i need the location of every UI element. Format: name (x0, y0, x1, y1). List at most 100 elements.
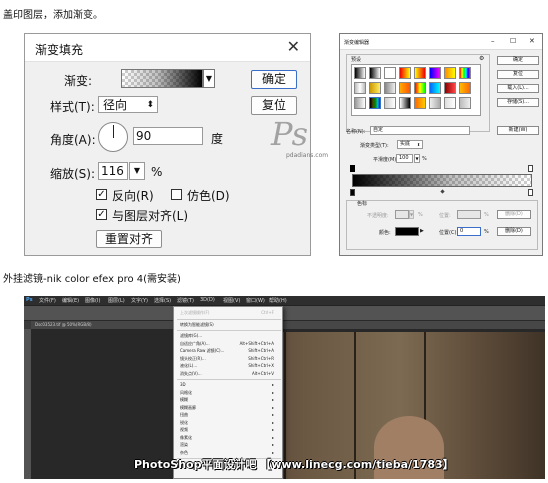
filter-menu-item[interactable]: 渲染 (180, 442, 188, 448)
gear-icon[interactable]: ⚙ (479, 55, 484, 62)
ps-menu-item[interactable]: 滤镜(T) (177, 297, 194, 304)
ps-menu-item[interactable]: 图像(I) (85, 297, 100, 304)
gradient-preset-swatch[interactable] (444, 97, 456, 109)
dialog-title: 渐变填充 (35, 43, 84, 57)
gradient-preset-swatch[interactable] (354, 67, 366, 79)
color-position-unit: % (484, 229, 489, 235)
opacity-stop-right[interactable] (528, 165, 533, 172)
filter-menu-item[interactable]: 3D (180, 382, 186, 387)
filter-menu-item[interactable]: 转换为智能滤镜(S) (180, 322, 214, 328)
filter-menu-item[interactable]: 消失点(V)... (180, 371, 202, 377)
opacity-stop-left[interactable] (350, 165, 355, 172)
gradient-preset-swatch[interactable] (444, 67, 456, 79)
ok-button[interactable]: 确定 (251, 70, 297, 89)
ps-menu-item[interactable]: 编辑(E) (62, 297, 79, 304)
gradient-preset-swatch[interactable] (354, 97, 366, 109)
filter-menu-shortcut: ▸ (271, 427, 274, 432)
gradient-preset-swatch[interactable] (414, 67, 426, 79)
scale-dropdown-arrow-icon[interactable]: ▼ (129, 162, 145, 180)
ps-document-tab[interactable]: Dsc03523.tif @ 50%(RGB/8) (31, 321, 545, 329)
scale-input[interactable]: 116 (98, 162, 128, 180)
gradient-preset-swatch[interactable] (384, 67, 396, 79)
gradient-bar[interactable] (352, 174, 532, 187)
filter-menu-item[interactable]: 滤镜库(G)... (180, 333, 202, 339)
ps-toolbox[interactable] (24, 329, 31, 479)
gradient-preset-swatch[interactable] (354, 82, 366, 94)
filter-menu-item[interactable]: 锐化 (180, 420, 188, 426)
gradient-preset-swatch[interactable] (429, 82, 441, 94)
color-swatch[interactable] (395, 227, 419, 236)
filter-menu-item[interactable]: 模糊画廊 (180, 405, 196, 411)
filter-menu-item[interactable]: 风格化 (180, 390, 192, 396)
gradient-preset-swatch[interactable] (429, 97, 441, 109)
style-select[interactable]: 径向 ⬍ (98, 96, 158, 113)
color-position-input[interactable]: 0 (457, 227, 481, 236)
ps-menu-item[interactable]: 视图(V) (223, 297, 240, 304)
gradient-preset-swatch[interactable] (459, 82, 471, 94)
type-select[interactable]: 实底 ⬍ (397, 140, 423, 149)
gradient-preset-swatch[interactable] (369, 82, 381, 94)
reverse-checkbox[interactable]: ✓ (96, 189, 107, 200)
smooth-dropdown-arrow-icon[interactable]: ▼ (414, 154, 420, 163)
ps-menu-item[interactable]: 3D(D) (200, 297, 215, 303)
filter-menu: 上次滤镜操作(F) Ctrl+F 转换为智能滤镜(S) 滤镜库(G)... 自适应广角(… (173, 306, 283, 479)
reset-button[interactable]: 复位 (251, 96, 297, 115)
new-button[interactable]: 新建(W) (497, 126, 539, 135)
filter-menu-item[interactable]: Camera Raw 滤镜(C)... (180, 348, 224, 354)
gradient-preset-selected[interactable] (369, 97, 381, 109)
filter-menu-item[interactable]: 视频 (180, 427, 188, 433)
filter-menu-item[interactable]: 镜头校正(R)... (180, 356, 206, 362)
close-icon[interactable]: ✕ (529, 37, 535, 45)
save-button[interactable]: 存储(S)... (497, 98, 539, 107)
filter-menu-item[interactable]: 扭曲 (180, 412, 188, 418)
color-arrow-icon[interactable]: ▶ (420, 228, 424, 234)
ps-menu-item[interactable]: 选择(S) (154, 297, 171, 304)
position-input (457, 210, 481, 219)
gradient-preset-swatch[interactable] (429, 67, 441, 79)
gradient-preset-swatch[interactable] (444, 82, 456, 94)
color-delete-button[interactable]: 删除(D) (497, 227, 531, 236)
gradient-preset-swatch[interactable] (459, 67, 471, 79)
load-button[interactable]: 载入(L)... (497, 84, 539, 93)
smooth-input[interactable]: 100 (396, 154, 413, 163)
align-checkbox[interactable]: ✓ (96, 209, 107, 220)
ps-menu-item[interactable]: 帮助(H) (269, 297, 287, 304)
filter-menu-item[interactable]: 上次滤镜操作(F) (180, 310, 209, 316)
gradient-preview[interactable] (121, 69, 203, 88)
ps-menu-item[interactable]: 文件(F) (39, 297, 56, 304)
caption-top: 盖印图层，添加渐变。 (3, 10, 103, 21)
gradient-preset-swatch[interactable] (414, 97, 426, 109)
gradient-preset-swatch[interactable] (384, 82, 396, 94)
presets-grid[interactable] (351, 64, 481, 116)
filter-menu-item[interactable]: 像素化 (180, 435, 192, 441)
ps-menu-item[interactable]: 图层(L) (108, 297, 125, 304)
stops-group: 色标 不透明度: ▼ % 位置: % 删除(D) 颜色: ▶ 位置(C): 0 … (346, 200, 538, 250)
gradient-preset-swatch[interactable] (399, 97, 411, 109)
midpoint-diamond[interactable] (440, 189, 445, 194)
gradient-preset-swatch[interactable] (399, 67, 411, 79)
gradient-preset-swatch[interactable] (459, 97, 471, 109)
name-input[interactable]: 自定 (370, 126, 470, 135)
gradient-dropdown-arrow-icon[interactable]: ▼ (203, 69, 215, 88)
filter-menu-item[interactable]: 液化(L)... (180, 363, 197, 369)
ps-menu-item[interactable]: 文字(Y) (131, 297, 148, 304)
maximize-icon[interactable]: ☐ (510, 37, 516, 45)
reset-align-button[interactable]: 重置对齐 (96, 230, 162, 248)
close-icon[interactable]: ✕ (287, 37, 300, 56)
gradient-preset-swatch[interactable] (369, 67, 381, 79)
color-stop-left[interactable] (350, 189, 355, 196)
editor-ok-button[interactable]: 确定 (497, 56, 539, 65)
filter-menu-item[interactable]: 模糊 (180, 397, 188, 403)
angle-dial[interactable] (98, 122, 128, 152)
filter-menu-item[interactable]: 杂色 (180, 450, 188, 456)
minimize-icon[interactable]: – (491, 37, 495, 45)
ps-menu-item[interactable]: 窗口(W) (246, 297, 265, 304)
gradient-preset-swatch[interactable] (414, 82, 426, 94)
gradient-preset-swatch[interactable] (384, 97, 396, 109)
editor-reset-button[interactable]: 复位 (497, 70, 539, 79)
dither-checkbox[interactable] (171, 189, 182, 200)
color-stop-right[interactable] (528, 189, 533, 196)
angle-input[interactable]: 90 (133, 127, 203, 145)
filter-menu-item[interactable]: 自适应广角(A)... (180, 341, 210, 347)
gradient-preset-swatch[interactable] (399, 82, 411, 94)
